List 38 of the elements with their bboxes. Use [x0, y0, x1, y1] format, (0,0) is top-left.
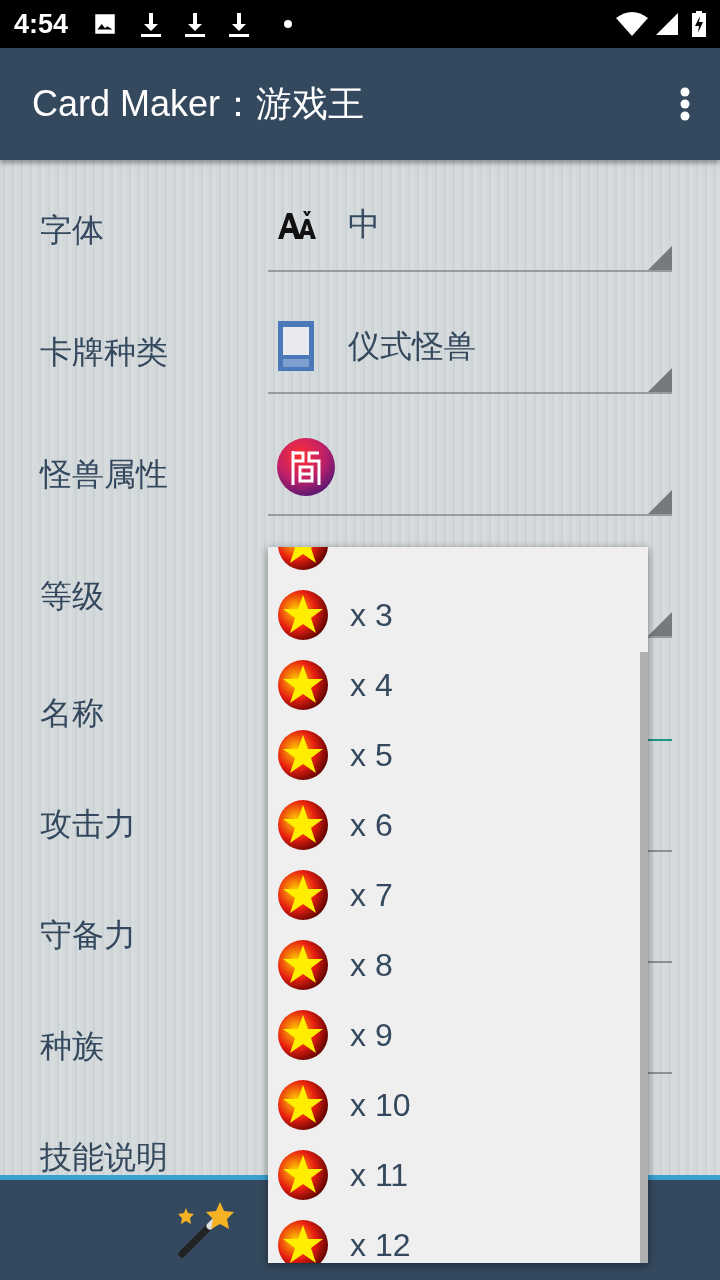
field-label: 种族: [40, 1028, 104, 1065]
level-option[interactable]: x 4: [268, 650, 640, 720]
field-label: 攻击力: [40, 806, 136, 843]
level-option[interactable]: x 7: [268, 860, 640, 930]
level-option[interactable]: x 6: [268, 790, 640, 860]
level-option[interactable]: x 5: [268, 720, 640, 790]
dot-icon: [284, 20, 293, 28]
field-label: 等级: [40, 579, 104, 615]
more-options-icon[interactable]: [680, 87, 690, 121]
field-label: 技能说明: [40, 1139, 168, 1175]
dropdown-arrow-icon: [648, 246, 672, 270]
signal-icon: [656, 13, 678, 35]
level-option[interactable]: x 3: [268, 580, 640, 650]
battery-icon: [692, 11, 706, 37]
star-icon: [277, 1219, 329, 1263]
dropdown-field[interactable]: 中: [268, 188, 672, 272]
download-icon: [140, 11, 163, 37]
field-label: 怪兽属性: [40, 457, 168, 493]
level-option[interactable]: x 9: [268, 1000, 640, 1070]
wifi-icon: [616, 12, 648, 36]
dropdown-arrow-icon: [648, 368, 672, 392]
attribute-icon: [276, 437, 336, 497]
status-time: 4:54: [14, 7, 69, 41]
field-label: 守备力: [40, 917, 136, 954]
level-option[interactable]: x 11: [268, 1140, 640, 1210]
level-option[interactable]: x 8: [268, 930, 640, 1000]
dropdown-field[interactable]: 仪式怪兽: [268, 310, 672, 394]
field-label: 卡牌种类: [40, 335, 168, 371]
magic-wand-icon[interactable]: [176, 1202, 236, 1260]
level-option[interactable]: x 10: [268, 1070, 640, 1140]
download-icon: [184, 11, 207, 37]
app-title: Card Maker：游戏王: [32, 82, 366, 126]
download-icon: [228, 11, 251, 37]
card-icon: [278, 321, 314, 371]
field-label: 名称: [40, 695, 104, 732]
dropdown-arrow-icon: [648, 490, 672, 514]
dropdown-arrow-icon: [648, 612, 672, 636]
field-label: 字体: [40, 213, 104, 249]
